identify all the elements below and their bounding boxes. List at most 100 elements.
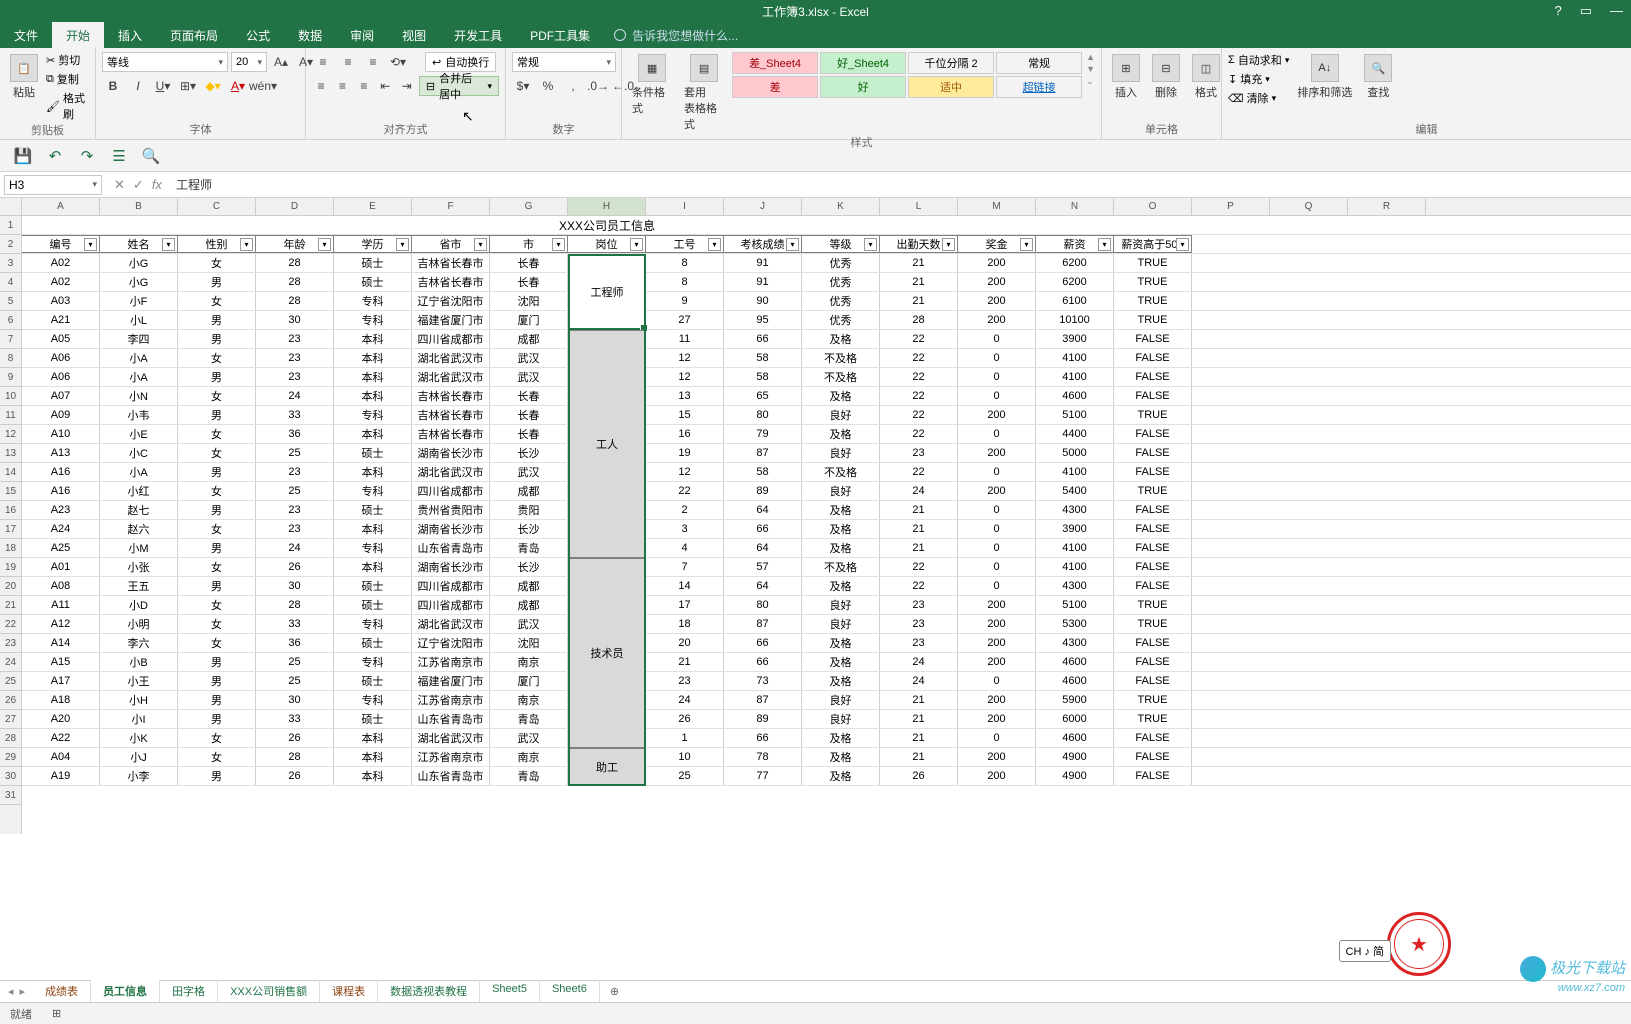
table-cell[interactable]: 硕士 — [334, 273, 412, 291]
table-cell[interactable]: 良好 — [802, 615, 880, 633]
filter-button-icon[interactable]: ▾ — [396, 238, 409, 251]
table-cell[interactable]: 28 — [256, 292, 334, 310]
table-cell[interactable]: 本科 — [334, 748, 412, 766]
table-cell[interactable]: 24 — [880, 672, 958, 690]
filter-button-icon[interactable]: ▾ — [630, 238, 643, 251]
table-cell[interactable]: 22 — [880, 330, 958, 348]
table-cell[interactable]: 89 — [724, 710, 802, 728]
cell-style-option[interactable]: 好_Sheet4 — [820, 52, 906, 74]
table-cell[interactable]: A06 — [22, 368, 100, 386]
table-cell[interactable]: FALSE — [1114, 501, 1192, 519]
table-cell[interactable]: 硕士 — [334, 710, 412, 728]
table-cell[interactable]: 湖南省长沙市 — [412, 444, 490, 462]
italic-button[interactable]: I — [127, 76, 149, 96]
touch-mode-icon[interactable]: ☰ — [108, 145, 130, 167]
table-cell[interactable]: 200 — [958, 710, 1036, 728]
row-headers[interactable]: 1234567891011121314151617181920212223242… — [0, 198, 22, 834]
table-cell[interactable]: 18 — [646, 615, 724, 633]
menu-tab-PDF工具集[interactable]: PDF工具集 — [516, 22, 604, 48]
table-cell[interactable]: 23 — [646, 672, 724, 690]
table-cell[interactable]: 21 — [880, 691, 958, 709]
table-cell[interactable]: 南京 — [490, 748, 568, 766]
table-cell[interactable]: 男 — [178, 577, 256, 595]
redo-icon[interactable]: ↷ — [76, 145, 98, 167]
table-cell[interactable]: 23 — [880, 444, 958, 462]
table-cell[interactable]: 小F — [100, 292, 178, 310]
table-cell[interactable]: 2 — [646, 501, 724, 519]
table-cell[interactable]: 0 — [958, 349, 1036, 367]
table-cell[interactable]: 武汉 — [490, 615, 568, 633]
table-cell[interactable]: 4300 — [1036, 501, 1114, 519]
table-cell[interactable]: 0 — [958, 729, 1036, 747]
col-header-L[interactable]: L — [880, 198, 958, 215]
table-cell[interactable]: 0 — [958, 577, 1036, 595]
table-cell[interactable]: 4300 — [1036, 577, 1114, 595]
number-format-combo[interactable]: 常规▾ — [512, 52, 616, 72]
font-color-button[interactable]: A▾ — [227, 76, 249, 96]
gallery-more-icon[interactable]: ⌄ — [1086, 76, 1095, 87]
table-cell[interactable]: 女 — [178, 615, 256, 633]
table-cell[interactable]: 4600 — [1036, 729, 1114, 747]
table-cell[interactable]: 成都 — [490, 577, 568, 595]
table-cell[interactable]: 3900 — [1036, 330, 1114, 348]
table-cell[interactable]: 小C — [100, 444, 178, 462]
table-cell[interactable]: 4600 — [1036, 653, 1114, 671]
table-cell[interactable]: 成都 — [490, 482, 568, 500]
table-cell[interactable]: FALSE — [1114, 368, 1192, 386]
row-header[interactable]: 22 — [0, 615, 21, 634]
table-cell[interactable]: 良好 — [802, 482, 880, 500]
table-header-cell[interactable]: 姓名▾ — [100, 235, 178, 253]
table-cell[interactable]: 80 — [724, 596, 802, 614]
phonetic-button[interactable]: wén▾ — [252, 76, 274, 96]
table-cell[interactable]: 200 — [958, 748, 1036, 766]
table-cell[interactable]: 四川省成都市 — [412, 330, 490, 348]
table-cell[interactable]: 17 — [646, 596, 724, 614]
table-cell[interactable]: A22 — [22, 729, 100, 747]
align-left-icon[interactable]: ≡ — [312, 76, 330, 96]
table-cell[interactable]: FALSE — [1114, 330, 1192, 348]
table-cell[interactable]: 200 — [958, 482, 1036, 500]
table-cell[interactable]: 25 — [256, 672, 334, 690]
align-bottom-icon[interactable]: ≡ — [362, 52, 384, 72]
table-cell[interactable]: 57 — [724, 558, 802, 576]
table-cell[interactable]: 福建省厦门市 — [412, 672, 490, 690]
table-cell[interactable]: 21 — [880, 539, 958, 557]
table-cell[interactable]: 小红 — [100, 482, 178, 500]
table-cell[interactable]: 优秀 — [802, 311, 880, 329]
table-cell[interactable]: 30 — [256, 691, 334, 709]
add-sheet-icon[interactable]: ⊕ — [600, 985, 629, 998]
tell-me-input[interactable]: 告诉我您想做什么... — [614, 27, 738, 44]
table-cell[interactable]: 优秀 — [802, 292, 880, 310]
filter-button-icon[interactable]: ▾ — [552, 238, 565, 251]
table-cell[interactable]: TRUE — [1114, 254, 1192, 272]
table-cell[interactable]: 男 — [178, 406, 256, 424]
table-cell[interactable]: 良好 — [802, 596, 880, 614]
table-cell[interactable]: 女 — [178, 349, 256, 367]
table-header-cell[interactable]: 省市▾ — [412, 235, 490, 253]
table-cell[interactable]: 王五 — [100, 577, 178, 595]
col-header-F[interactable]: F — [412, 198, 490, 215]
table-cell[interactable]: 21 — [880, 520, 958, 538]
table-cell[interactable]: 湖南省长沙市 — [412, 520, 490, 538]
table-cell[interactable]: 良好 — [802, 710, 880, 728]
table-cell[interactable]: 16 — [646, 425, 724, 443]
table-cell[interactable]: 200 — [958, 254, 1036, 272]
table-cell[interactable]: 79 — [724, 425, 802, 443]
table-cell[interactable]: 66 — [724, 634, 802, 652]
row-header[interactable]: 8 — [0, 349, 21, 368]
table-cell[interactable]: 22 — [880, 406, 958, 424]
table-cell[interactable]: 青岛 — [490, 767, 568, 785]
table-cell[interactable]: 64 — [724, 577, 802, 595]
table-cell[interactable]: 24 — [256, 539, 334, 557]
table-header-cell[interactable]: 编号▾ — [22, 235, 100, 253]
table-cell[interactable]: 辽宁省沈阳市 — [412, 634, 490, 652]
table-cell[interactable]: 23 — [256, 520, 334, 538]
table-cell[interactable]: 10 — [646, 748, 724, 766]
table-cell[interactable]: 长春 — [490, 387, 568, 405]
table-cell[interactable]: TRUE — [1114, 482, 1192, 500]
table-cell[interactable]: 小G — [100, 254, 178, 272]
table-cell[interactable]: 及格 — [802, 748, 880, 766]
table-cell[interactable]: 15 — [646, 406, 724, 424]
table-cell[interactable]: TRUE — [1114, 596, 1192, 614]
table-cell[interactable]: 33 — [256, 710, 334, 728]
